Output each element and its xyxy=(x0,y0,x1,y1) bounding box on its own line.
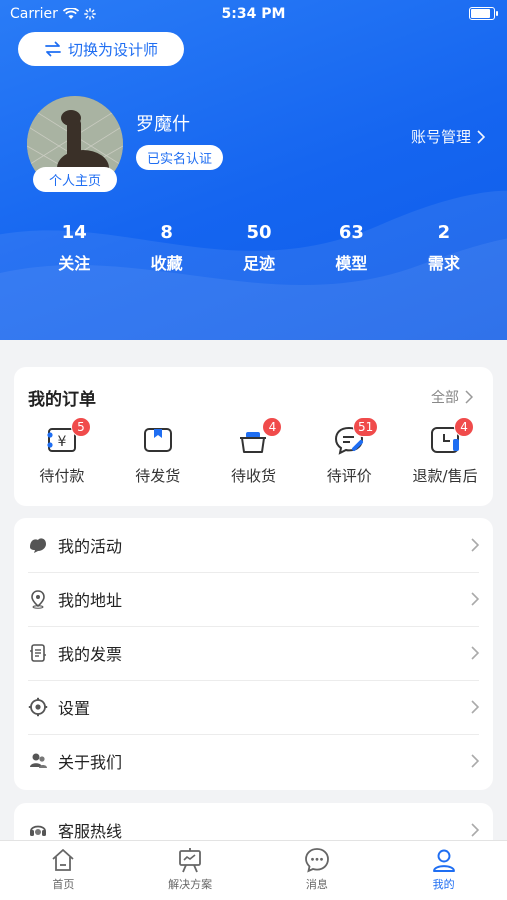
tab-solutions[interactable]: 解决方案 xyxy=(127,841,254,900)
order-label: 退款/售后 xyxy=(412,467,478,485)
stat-label: 足迹 xyxy=(243,254,276,273)
headset-icon xyxy=(30,825,46,836)
chevron-right-icon xyxy=(471,700,480,714)
status-time: 5:34 PM xyxy=(221,6,286,22)
order-status-row: ¥ 5 待付款 待发货 4 待收货 51 待评价 4 退款/售后 xyxy=(14,417,493,486)
orders-title: 我的订单 xyxy=(28,390,96,410)
order-label: 待发货 xyxy=(135,467,181,485)
order-label: 待收货 xyxy=(230,467,276,485)
menu-item-about-us[interactable]: 关于我们 xyxy=(14,734,493,788)
stat-label: 需求 xyxy=(427,254,460,273)
menu-item-settings[interactable]: 设置 xyxy=(14,680,493,734)
stat-label: 收藏 xyxy=(150,254,183,273)
stat-label: 模型 xyxy=(335,254,368,273)
stat-footprints[interactable]: 50 足迹 xyxy=(213,222,305,274)
order-label: 待评价 xyxy=(326,467,372,485)
status-bar: Carrier 5:34 PM xyxy=(0,0,507,28)
package-icon xyxy=(143,428,172,452)
tab-home[interactable]: 首页 xyxy=(0,841,127,900)
battery-icon xyxy=(469,7,498,20)
my-orders-card: 我的订单 全部 ¥ 5 待付款 待发货 4 待收货 51 待评价 4 退款/售后 xyxy=(14,367,493,506)
chevron-right-icon xyxy=(471,823,480,837)
chevron-right-icon xyxy=(471,646,480,660)
badge: 5 xyxy=(70,417,91,437)
stat-requirements[interactable]: 2 需求 xyxy=(398,222,490,274)
switch-to-designer-button[interactable]: 切换为设计师 xyxy=(18,32,184,66)
personal-homepage-button[interactable]: 个人主页 xyxy=(33,167,117,192)
order-pending-shipment[interactable]: 待发货 xyxy=(110,423,206,486)
menu-item-my-invoice[interactable]: 我的发票 xyxy=(14,626,493,680)
order-pending-payment[interactable]: ¥ 5 待付款 xyxy=(14,417,110,486)
user-name: 罗魔什 xyxy=(136,114,190,135)
stat-label: 关注 xyxy=(58,254,91,273)
badge: 51 xyxy=(353,417,379,437)
tab-label: 消息 xyxy=(305,878,328,891)
menu-list-card: 我的活动 我的地址 我的发票 设置 关于我们 xyxy=(14,518,493,790)
chevron-right-icon xyxy=(471,592,480,606)
order-label: 待付款 xyxy=(39,467,85,485)
tab-label: 我的 xyxy=(432,878,455,891)
bottom-tab-bar: 首页 解决方案 消息 我的 xyxy=(0,840,507,900)
about-icon xyxy=(30,753,47,768)
account-management-link[interactable]: 账号管理 xyxy=(411,126,485,147)
order-pending-review[interactable]: 51 待评价 xyxy=(301,417,397,486)
profile-icon xyxy=(432,849,455,872)
chevron-right-icon xyxy=(471,538,480,552)
menu-item-label: 我的发票 xyxy=(58,645,123,664)
menu-item-label: 我的活动 xyxy=(58,537,123,556)
tab-label: 首页 xyxy=(52,878,75,891)
stat-value: 8 xyxy=(160,222,173,243)
settings-icon xyxy=(28,697,48,717)
stat-value: 2 xyxy=(437,222,451,243)
order-refund-aftersale[interactable]: 4 退款/售后 xyxy=(397,417,493,486)
stat-value: 50 xyxy=(246,222,272,243)
activity-icon xyxy=(30,538,46,553)
home-icon xyxy=(52,849,74,871)
message-icon xyxy=(304,848,329,873)
stat-follow[interactable]: 14 关注 xyxy=(28,222,120,274)
invoice-icon xyxy=(30,644,46,662)
menu-item-label: 关于我们 xyxy=(58,753,123,772)
menu-item-label: 我的地址 xyxy=(58,591,123,610)
stat-value: 63 xyxy=(338,222,364,243)
badge: 4 xyxy=(454,417,475,437)
verified-badge: 已实名认证 xyxy=(136,145,224,170)
menu-item-label: 客服热线 xyxy=(58,822,123,841)
tab-label: 解决方案 xyxy=(168,878,213,891)
chevron-right-icon xyxy=(465,390,473,404)
menu-item-my-address[interactable]: 我的地址 xyxy=(14,572,493,626)
stat-models[interactable]: 63 模型 xyxy=(305,222,397,274)
menu-item-label: 设置 xyxy=(58,699,91,718)
svg-text:¥: ¥ xyxy=(57,434,66,450)
stat-value: 14 xyxy=(61,222,87,243)
chevron-right-icon xyxy=(471,754,480,768)
account-management-label: 账号管理 xyxy=(410,128,471,146)
switch-button-label: 切换为设计师 xyxy=(67,40,158,59)
order-pending-receipt[interactable]: 4 待收货 xyxy=(206,417,302,486)
tab-messages[interactable]: 消息 xyxy=(254,841,381,900)
menu-item-my-activities[interactable]: 我的活动 xyxy=(14,518,493,572)
badge: 4 xyxy=(262,417,283,437)
tab-mine[interactable]: 我的 xyxy=(380,841,507,900)
all-orders-link[interactable]: 全部 xyxy=(431,387,473,407)
chevron-right-icon xyxy=(477,129,485,144)
stats-row: 14 关注 8 收藏 50 足迹 63 模型 2 需求 xyxy=(28,222,490,274)
stat-favorites[interactable]: 8 收藏 xyxy=(120,222,212,274)
location-icon xyxy=(31,590,45,609)
all-orders-label: 全部 xyxy=(431,390,459,406)
swap-icon xyxy=(45,41,61,57)
easel-icon xyxy=(179,848,202,873)
